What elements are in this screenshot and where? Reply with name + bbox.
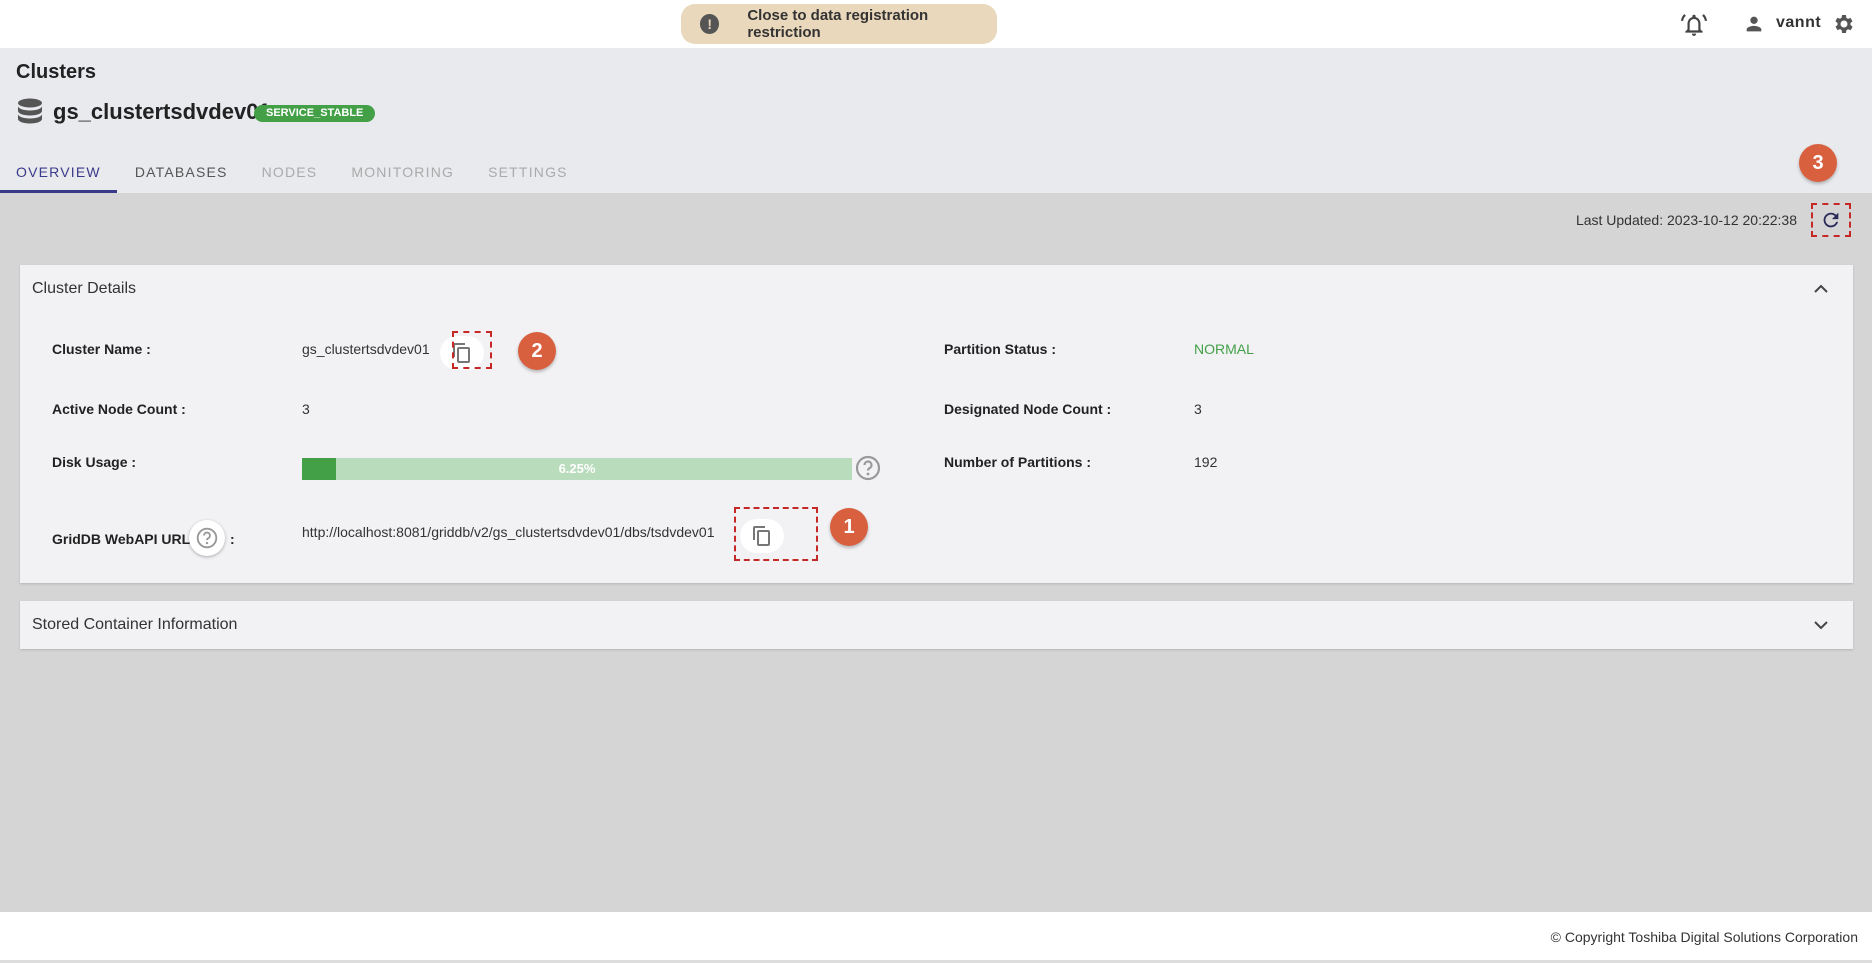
highlight-box-2 [452, 331, 492, 369]
page-title: Clusters [16, 61, 97, 83]
disk-usage-help-icon[interactable] [855, 455, 881, 481]
active-node-count-label: Active Node Count : [52, 401, 186, 417]
disk-usage-bar: 6.25% [302, 458, 852, 480]
webapi-url-value: http://localhost:8081/griddb/v2/gs_clust… [302, 524, 715, 540]
webapi-help-button[interactable] [189, 520, 225, 556]
username[interactable]: vannt [1776, 14, 1821, 32]
webapi-url-label: GridDB WebAPI URL [52, 531, 191, 547]
warning-text: Close to data registration restriction [747, 7, 929, 41]
tab-nodes[interactable]: NODES [246, 153, 334, 193]
highlight-box-1 [734, 507, 818, 561]
refresh-icon [1823, 212, 1839, 228]
tab-settings[interactable]: SETTINGS [472, 153, 584, 193]
cluster-name-label: Cluster Name : [52, 341, 151, 357]
exclamation-icon: ! [700, 14, 720, 34]
partition-status-value: NORMAL [1194, 341, 1254, 357]
tab-bar: OVERVIEW DATABASES NODES MONITORING SETT… [0, 153, 584, 193]
database-icon [18, 98, 42, 124]
main-content: Last Updated: 2023-10-12 20:22:38 Cluste… [0, 193, 1872, 912]
data-restriction-warning[interactable]: ! Close to data registration restriction [681, 4, 997, 44]
bell-icon[interactable] [1681, 12, 1707, 38]
tab-monitoring[interactable]: MONITORING [335, 153, 470, 193]
number-of-partitions-label: Number of Partitions : [944, 454, 1092, 470]
cluster-details-header[interactable]: Cluster Details [20, 265, 1853, 313]
number-of-partitions-value: 192 [1194, 454, 1218, 470]
cluster-title: gs_clustertsdvdev01 [53, 99, 271, 124]
top-bar: ! Close to data registration restriction… [0, 0, 1872, 48]
tab-overview[interactable]: OVERVIEW [0, 153, 117, 193]
marker-1: 1 [830, 508, 868, 546]
cluster-name-value: gs_clustertsdvdev01 [302, 341, 430, 357]
status-badge: SERVICE_STABLE [254, 105, 376, 122]
tab-databases[interactable]: DATABASES [119, 153, 244, 193]
marker-2: 2 [518, 332, 556, 370]
panel-title: Stored Container Information [32, 616, 238, 633]
refresh-button[interactable] [1811, 203, 1851, 237]
active-node-count-value: 3 [302, 401, 310, 417]
cluster-header: Clusters gs_clustertsdvdev01 SERVICE_STA… [0, 48, 1872, 193]
marker-3: 3 [1799, 144, 1837, 182]
gear-icon[interactable] [1832, 12, 1856, 36]
user-icon [1746, 16, 1762, 32]
help-icon [196, 527, 218, 549]
designated-node-count-value: 3 [1194, 401, 1202, 417]
chevron-up-icon[interactable] [1813, 281, 1829, 297]
disk-usage-label: Disk Usage : [52, 454, 137, 470]
stored-container-header[interactable]: Stored Container Information [20, 601, 1853, 649]
stored-container-panel: Stored Container Information [20, 601, 1853, 649]
panel-title: Cluster Details [32, 280, 137, 297]
chevron-down-icon[interactable] [1813, 617, 1829, 633]
partition-status-label: Partition Status : [944, 341, 1057, 357]
copyright-text: © Copyright Toshiba Digital Solutions Co… [1550, 929, 1858, 945]
last-updated: Last Updated: 2023-10-12 20:22:38 [1575, 212, 1797, 228]
webapi-url-colon: : [230, 531, 235, 547]
cluster-details-panel: Cluster Details Cluster Name : gs_cluste… [20, 265, 1853, 583]
footer: © Copyright Toshiba Digital Solutions Co… [0, 912, 1872, 963]
designated-node-count-label: Designated Node Count : [944, 401, 1112, 417]
disk-usage-text: 6.25% [558, 461, 596, 476]
